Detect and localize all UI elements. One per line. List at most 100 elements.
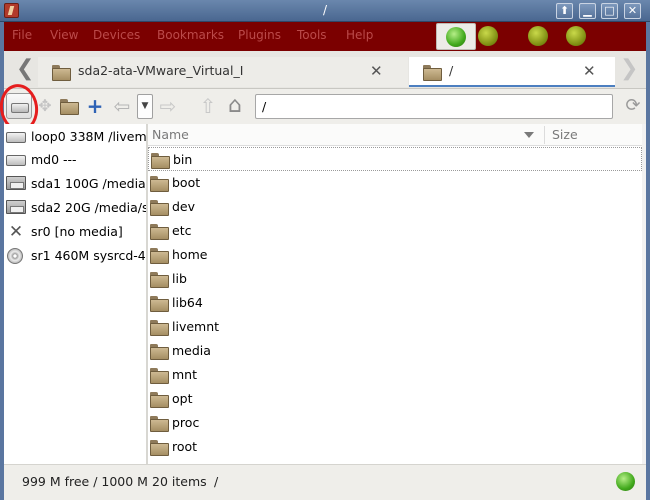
- toolbar: ✥ + ⇦ ▼ ⇨ ⇧ ⌂ / ⟳: [0, 81, 646, 135]
- file-name: media: [172, 343, 211, 358]
- history-dropdown-button[interactable]: ▼: [137, 94, 153, 119]
- optical-disc-icon: [7, 248, 23, 264]
- column-size-header[interactable]: Size: [552, 127, 578, 142]
- column-name-header[interactable]: Name: [152, 127, 189, 142]
- device-label: md0 ---: [31, 152, 77, 167]
- column-separator[interactable]: [544, 126, 545, 144]
- device-label: sr0 [no media]: [31, 224, 123, 239]
- file-name: bin: [173, 152, 193, 167]
- indicator-box: [436, 23, 476, 50]
- tab-prev-icon[interactable]: ❮: [16, 58, 34, 80]
- file-row[interactable]: mnt: [148, 363, 642, 387]
- tab-next-icon[interactable]: ❯: [620, 58, 638, 80]
- file-row[interactable]: dev: [148, 195, 642, 219]
- reload-icon[interactable]: ⟳: [622, 95, 644, 117]
- window-maximize-button[interactable]: □: [601, 3, 618, 19]
- unmount-icon[interactable]: ✥: [36, 95, 54, 117]
- file-name: root: [172, 439, 198, 454]
- status-item-count: 20 items: [152, 474, 207, 489]
- window-frame-right: [646, 22, 650, 500]
- new-folder-icon[interactable]: [60, 99, 79, 115]
- device-panel: loop0 338M /livemnt/boot md0 --- sda1 10…: [4, 124, 146, 464]
- tab-label: sda2-ata-VMware_Virtual_I: [78, 63, 244, 78]
- tab-close-icon[interactable]: ✕: [583, 62, 596, 80]
- hard-disk-icon: [6, 132, 26, 143]
- menu-bookmarks[interactable]: Bookmarks: [157, 28, 224, 42]
- file-name: home: [172, 247, 208, 262]
- file-list: Name Size bin boot dev etc home lib lib64 livem…: [148, 124, 646, 464]
- window-up-button[interactable]: ⬆: [556, 3, 573, 19]
- tab-close-icon[interactable]: ✕: [370, 62, 383, 80]
- up-icon[interactable]: ⇧: [198, 95, 218, 117]
- folder-icon: [150, 224, 169, 240]
- title-bar: / ⬆ ▁ □ ✕: [0, 0, 650, 22]
- status-light-icon[interactable]: [566, 26, 586, 46]
- menu-view[interactable]: View: [50, 28, 78, 42]
- window-minimize-button[interactable]: ▁: [579, 3, 596, 19]
- menu-help[interactable]: Help: [346, 28, 373, 42]
- window-title: /: [322, 3, 328, 17]
- folder-icon: [150, 176, 169, 192]
- status-bar: 999 M free / 1000 M 20 items /: [4, 464, 646, 500]
- folder-icon: [150, 392, 169, 408]
- hard-disk-icon: [6, 155, 26, 166]
- file-row[interactable]: opt: [148, 387, 642, 411]
- device-label: sr1 460M sysrcd-4.1: [31, 248, 146, 263]
- menu-file[interactable]: File: [12, 28, 32, 42]
- tab-label: /: [449, 63, 454, 78]
- status-free-space: 999 M free / 1000 M: [22, 474, 148, 489]
- forward-icon[interactable]: ⇨: [156, 95, 180, 117]
- device-label: loop0 338M /livemnt/boot: [31, 129, 146, 144]
- tab-bar: ❮ sda2-ata-VMware_Virtual_I ✕ / ✕ ❯: [4, 51, 646, 89]
- home-icon[interactable]: ⌂: [223, 95, 247, 117]
- menu-plugins[interactable]: Plugins: [238, 28, 281, 42]
- file-row[interactable]: home: [148, 243, 642, 267]
- status-path: /: [214, 474, 219, 489]
- device-label: sda2 20G /media/sda2: [31, 200, 146, 215]
- file-row[interactable]: boot: [148, 171, 642, 195]
- folder-icon: [150, 416, 169, 432]
- add-icon[interactable]: +: [86, 95, 104, 117]
- folder-icon: [150, 368, 169, 384]
- file-row[interactable]: etc: [148, 219, 642, 243]
- file-row[interactable]: bin: [148, 147, 642, 171]
- folder-icon: [150, 248, 169, 264]
- file-name: etc: [172, 223, 192, 238]
- folder-icon: [150, 296, 169, 312]
- tab-root[interactable]: / ✕: [409, 57, 615, 87]
- folder-icon: [52, 65, 71, 81]
- folder-icon: [151, 153, 170, 169]
- vertical-scrollbar[interactable]: [642, 124, 646, 464]
- partition-icon: [6, 200, 26, 214]
- file-name: dev: [172, 199, 196, 214]
- file-row[interactable]: media: [148, 339, 642, 363]
- status-light-icon[interactable]: [478, 26, 498, 46]
- menu-bar: File View Devices Bookmarks Plugins Tool…: [4, 22, 646, 51]
- folder-icon: [150, 272, 169, 288]
- status-light-green-icon: [616, 472, 635, 491]
- status-light-icon[interactable]: [528, 26, 548, 46]
- status-light-green-icon[interactable]: [446, 27, 466, 47]
- sort-descending-icon[interactable]: [524, 132, 534, 138]
- file-row[interactable]: lib: [148, 267, 642, 291]
- tab-sda2[interactable]: sda2-ata-VMware_Virtual_I ✕: [38, 57, 408, 87]
- file-name: boot: [172, 175, 201, 190]
- menu-devices[interactable]: Devices: [93, 28, 140, 42]
- folder-icon: [150, 344, 169, 360]
- menu-tools[interactable]: Tools: [297, 28, 327, 42]
- file-name: proc: [172, 415, 200, 430]
- file-name: lib: [172, 271, 187, 286]
- file-row[interactable]: livemnt: [148, 315, 642, 339]
- file-row[interactable]: proc: [148, 411, 642, 435]
- window-close-button[interactable]: ✕: [624, 3, 641, 19]
- back-icon[interactable]: ⇦: [110, 95, 134, 117]
- file-name: livemnt: [172, 319, 220, 334]
- path-input[interactable]: /: [255, 94, 613, 119]
- device-label: sda1 100G /media/sda1: [31, 176, 146, 191]
- partition-icon: [6, 176, 26, 190]
- file-name: lib64: [172, 295, 203, 310]
- file-name: opt: [172, 391, 193, 406]
- file-row[interactable]: root: [148, 435, 642, 459]
- file-row[interactable]: lib64: [148, 291, 642, 315]
- folder-icon: [423, 65, 442, 81]
